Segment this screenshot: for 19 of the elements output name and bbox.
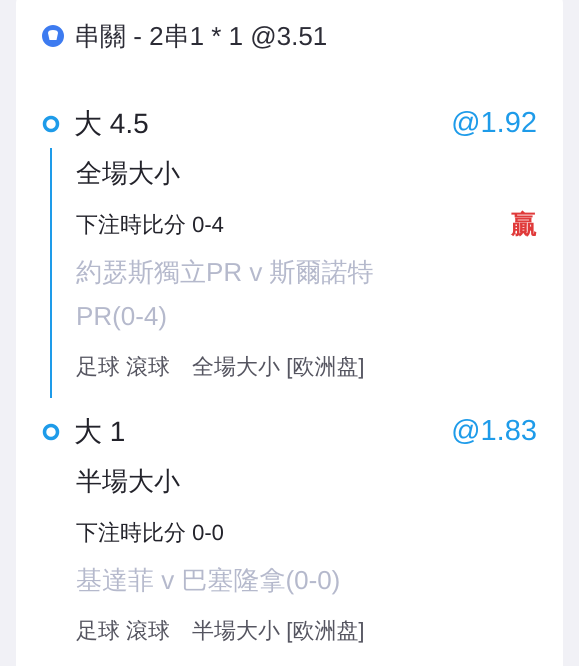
sport-type: 足球 滾球 <box>76 352 170 380</box>
hat-icon <box>42 25 64 47</box>
bet-score: 下注時比分 0-0 <box>76 518 224 546</box>
market-name: 全場大小 <box>76 157 181 190</box>
market-name: 半場大小 <box>76 465 181 498</box>
bet-title: 串關 - 2串1 * 1 @3.51 <box>74 20 328 52</box>
selection: 大 1 <box>74 415 126 449</box>
match-name: 基達菲 v 巴塞隆拿(0-0) <box>76 564 342 597</box>
odds: @1.83 <box>451 414 537 450</box>
odds: @1.92 <box>451 106 537 142</box>
match-name: 約瑟斯獨立PR v 斯爾諾特PR(0-4) <box>76 256 375 333</box>
sport-type: 足球 滾球 <box>76 616 170 644</box>
result-label: 贏 <box>511 208 537 240</box>
bet-score: 下注時比分 0-4 <box>76 210 224 238</box>
market-type: 半場大小 [欧洲盘] <box>192 616 364 645</box>
selection: 大 4.5 <box>74 107 149 141</box>
timeline-dot-icon <box>42 115 60 133</box>
market-type: 全場大小 [欧洲盘] <box>192 352 364 381</box>
timeline-dot-icon <box>42 423 60 441</box>
